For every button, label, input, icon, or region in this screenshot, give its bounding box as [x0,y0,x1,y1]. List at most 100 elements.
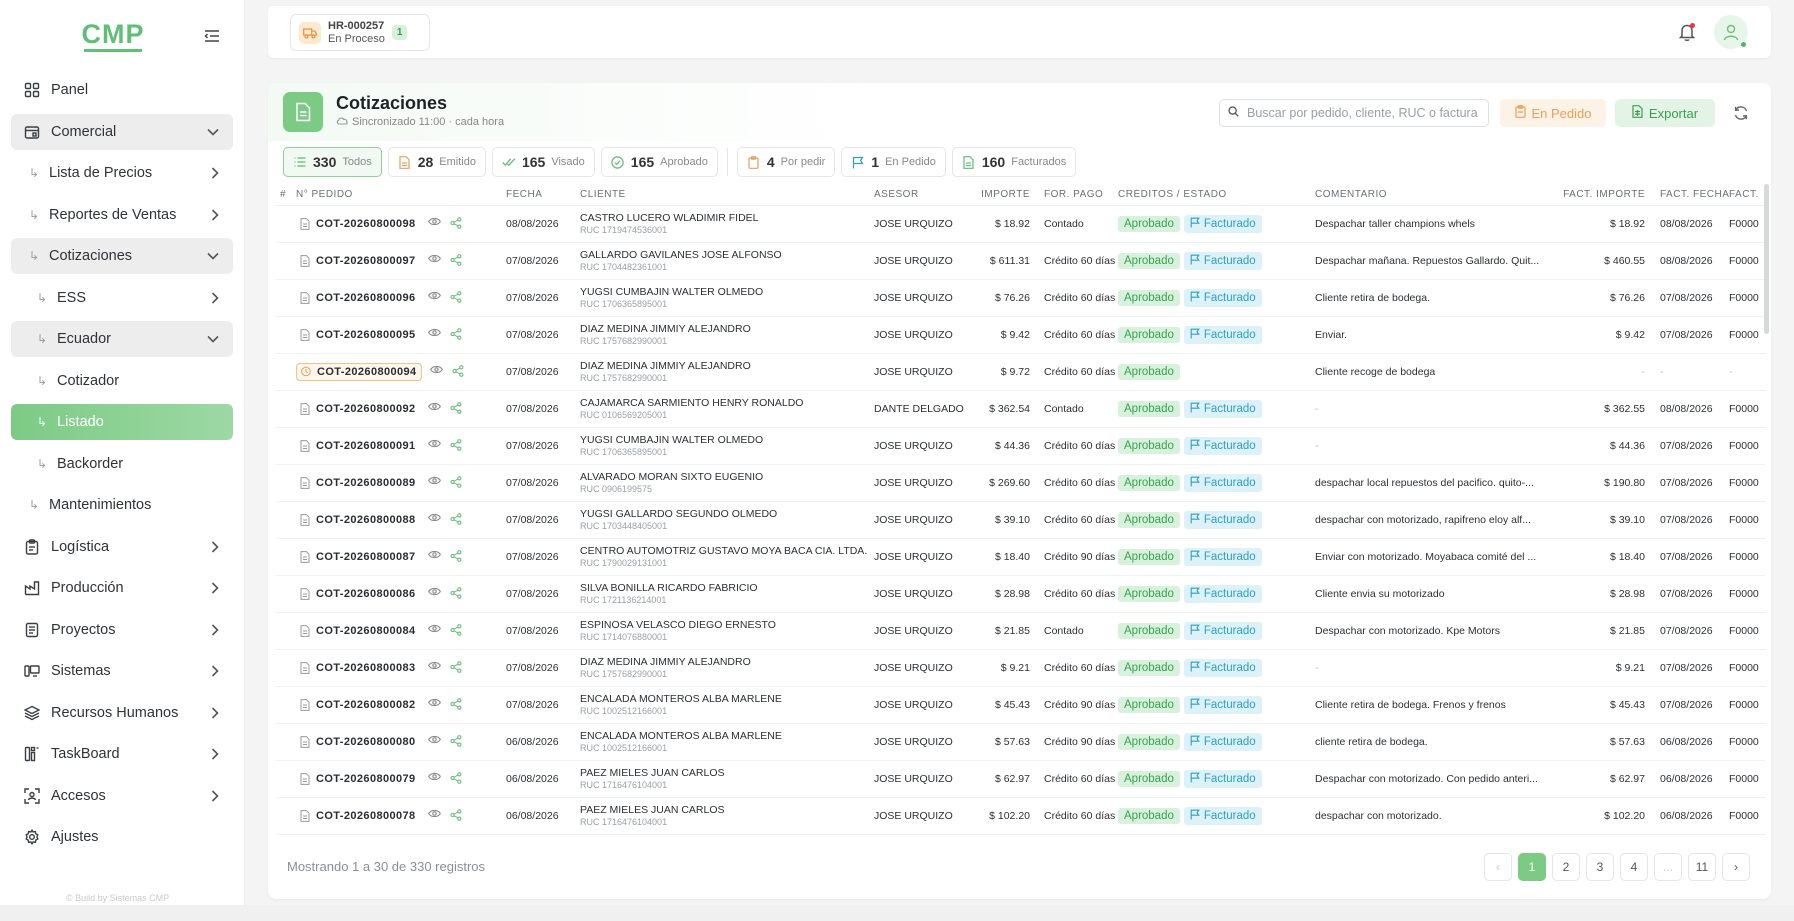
pedido-link[interactable]: COT-20260800083 [296,660,420,676]
sidebar-item-backorder[interactable]: ↳ Backorder [11,446,233,482]
pedido-link[interactable]: COT-20260800097 [296,253,420,269]
pagination-page-button[interactable]: 11 [1688,853,1716,881]
sidebar-item-reportes-ventas[interactable]: ↳ Reportes de Ventas [11,197,233,233]
table-row[interactable]: COT-20260800094 07/08/2026 DIAZ MEDINA JIM… [276,354,1766,391]
col-pago[interactable]: FOR. PAGO [1030,189,1118,200]
share-icon[interactable] [450,549,462,565]
share-icon[interactable] [450,771,462,787]
col-asesor[interactable]: ASESOR [874,189,976,200]
pedido-link[interactable]: COT-20260800080 [296,734,420,750]
eye-icon[interactable] [427,550,441,565]
eye-icon[interactable] [427,476,441,491]
share-icon[interactable] [450,586,462,602]
table-row[interactable]: COT-20260800088 07/08/2026 YUGSI GALLARDO … [276,502,1766,539]
pedido-link[interactable]: COT-20260800087 [296,549,420,565]
table-row[interactable]: COT-20260800086 07/08/2026 SILVA BONILLA R… [276,576,1766,613]
eye-icon[interactable] [427,624,441,639]
pagination-page-button[interactable]: 3 [1586,853,1614,881]
eye-icon[interactable] [427,291,441,306]
col-estado[interactable]: CRÉDITOS / ESTADO [1118,189,1315,200]
sidebar-item-lista-precios[interactable]: ↳ Lista de Precios [11,155,233,191]
filter-por-pedir[interactable]: 4 Por pedir [736,147,836,177]
pedido-link[interactable]: COT-20260800079 [296,771,420,787]
col-fact-fecha[interactable]: FACT. FECHA [1645,189,1729,200]
col-cliente[interactable]: CLIENTE [580,189,874,201]
avatar[interactable] [1714,15,1748,49]
sidebar-item-ess[interactable]: ↳ ESS [11,280,233,316]
sidebar-item-recursos-humanos[interactable]: Recursos Humanos [11,695,233,731]
sidebar-item-ecuador[interactable]: ↳ Ecuador [11,321,233,357]
eye-icon[interactable] [427,809,441,824]
filter-visado[interactable]: 165 Visado [491,147,595,177]
pedido-link[interactable]: COT-20260800089 [296,475,420,491]
filter-facturados[interactable]: 160 Facturados [951,147,1077,177]
eye-icon[interactable] [427,735,441,750]
table-row[interactable]: COT-20260800082 07/08/2026 ENCALADA MONTER… [276,687,1766,724]
sidebar-item-panel[interactable]: Panel [11,72,233,108]
col-importe[interactable]: IMPORTE [976,189,1030,200]
sidebar-item-logistica[interactable]: Logística [11,529,233,565]
table-row[interactable]: COT-20260800083 07/08/2026 DIAZ MEDINA JIM… [276,650,1766,687]
filter-en-pedido[interactable]: 1 En Pedido [841,147,946,177]
bell-icon[interactable] [1676,21,1698,43]
table-row[interactable]: COT-20260800089 07/08/2026 ALVARADO MORAN … [276,465,1766,502]
share-icon[interactable] [450,734,462,750]
refresh-icon[interactable] [1730,102,1752,124]
table-scrollbar[interactable] [1764,184,1769,334]
share-icon[interactable] [452,364,464,380]
sidebar-item-comercial[interactable]: Comercial [11,113,233,150]
eye-icon[interactable] [427,698,441,713]
pedido-link[interactable]: COT-20260800084 [296,623,420,639]
col-fact[interactable]: FACT. [1729,189,1766,200]
share-icon[interactable] [450,475,462,491]
col-comentario[interactable]: COMENTARIO [1315,189,1553,200]
table-row[interactable]: COT-20260800084 07/08/2026 ESPINOSA VELASC… [276,613,1766,650]
sidebar-item-accesos[interactable]: Accesos [11,778,233,814]
sidebar-item-listado[interactable]: ↳ Listado [11,404,233,440]
search-box[interactable] [1219,99,1489,127]
share-icon[interactable] [450,253,462,269]
eye-icon[interactable] [427,439,441,454]
eye-icon[interactable] [427,402,441,417]
share-icon[interactable] [450,697,462,713]
eye-icon[interactable] [429,365,443,380]
sidebar-item-cotizaciones[interactable]: ↳ Cotizaciones [11,238,233,274]
share-icon[interactable] [450,438,462,454]
export-button[interactable]: Exportar [1615,99,1715,127]
filter-todos[interactable]: 330 Todos [283,147,382,177]
share-icon[interactable] [450,290,462,306]
pedido-link[interactable]: COT-20260800092 [296,401,420,417]
pedido-link[interactable]: COT-20260800095 [296,327,420,343]
pagination-next-button[interactable]: › [1722,853,1750,881]
share-icon[interactable] [450,401,462,417]
sidebar-item-sistemas[interactable]: Sistemas [11,653,233,689]
table-row[interactable]: COT-20260800078 06/08/2026 PAEZ MIELES JUA… [276,798,1766,835]
pedido-link[interactable]: COT-20260800088 [296,512,420,528]
share-icon[interactable] [450,623,462,639]
sidebar-item-proyectos[interactable]: Proyectos [11,612,233,648]
pagination-page-button[interactable]: 4 [1620,853,1648,881]
table-row[interactable]: COT-20260800080 06/08/2026 ENCALADA MONTER… [276,724,1766,761]
share-icon[interactable] [450,512,462,528]
eye-icon[interactable] [427,513,441,528]
pedido-link[interactable]: COT-20260800078 [296,808,420,824]
active-order-chip[interactable]: HR-000257 En Proceso 1 [290,14,430,51]
table-row[interactable]: COT-20260800097 07/08/2026 GALLARDO GAVILA… [276,243,1766,280]
filter-emitido[interactable]: 28 Emitido [387,147,486,177]
share-icon[interactable] [450,808,462,824]
table-row[interactable]: COT-20260800095 07/08/2026 DIAZ MEDINA JIM… [276,317,1766,354]
collapse-sidebar-icon[interactable] [202,26,222,46]
table-row[interactable]: COT-20260800087 07/08/2026 CENTRO AUTOMOTR… [276,539,1766,576]
filter-aprobado[interactable]: 165 Aprobado [600,147,718,177]
table-row[interactable]: COT-20260800096 07/08/2026 YUGSI CUMBAJIN … [276,280,1766,317]
eye-icon[interactable] [427,328,441,343]
sidebar-item-taskboard[interactable]: TaskBoard [11,736,233,772]
pedido-link[interactable]: COT-20260800091 [296,438,420,454]
pedido-link[interactable]: COT-20260800082 [296,697,420,713]
pagination-page-button[interactable]: 2 [1552,853,1580,881]
pagination-page-button[interactable]: 1 [1518,853,1546,881]
sidebar-item-cotizador[interactable]: ↳ Cotizador [11,363,233,399]
sidebar-item-produccion[interactable]: Producción [11,570,233,606]
table-row[interactable]: COT-20260800091 07/08/2026 YUGSI CUMBAJIN … [276,428,1766,465]
share-icon[interactable] [450,660,462,676]
